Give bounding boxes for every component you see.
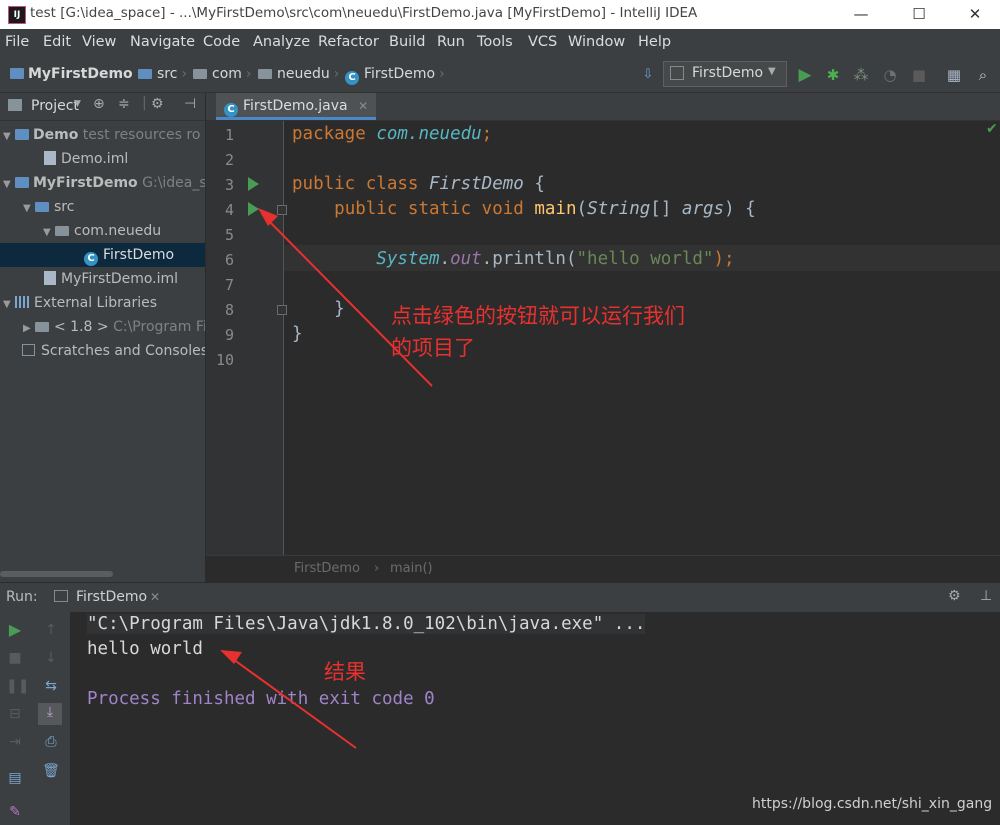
- annotation-result-note: 结果: [324, 660, 366, 684]
- arrowhead: [258, 208, 278, 226]
- watermark-url: https://blog.csdn.net/shi_xin_gang: [752, 796, 993, 812]
- annotation-run-note-line2: 的项目了: [391, 336, 475, 360]
- annotation-arrows: [220, 208, 433, 749]
- arrowhead: [220, 650, 242, 664]
- annotation-run-note-line1: 点击绿色的按钮就可以运行我们: [391, 304, 685, 328]
